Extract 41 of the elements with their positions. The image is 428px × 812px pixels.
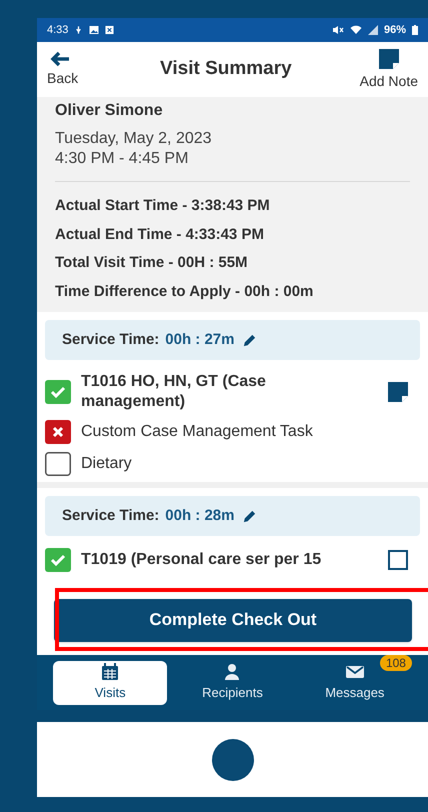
battery-icon [412,25,418,35]
checkbox[interactable] [45,420,71,444]
checkbox[interactable] [45,548,71,572]
home-button[interactable] [212,738,254,780]
pencil-icon [242,332,258,348]
signal-icon [368,25,378,35]
add-note-button[interactable]: Add Note [360,48,418,90]
nav-tab[interactable]: Visits [53,660,168,704]
task-label: Custom Case Management Task [81,422,314,442]
service-time-label: Service Time: [62,506,160,526]
visit-time-range: 4:30 PM - 4:45 PM [55,149,190,169]
complete-check-out-button[interactable]: Complete Check Out [54,598,412,642]
wifi-icon [350,25,362,35]
visit-detail: Actual End Time - 4:33:43 PM [55,224,265,244]
task-label: Dietary [81,454,133,474]
service-time-value: 00h : 27m [165,330,234,350]
checkbox[interactable] [45,452,71,476]
back-arrow-icon [50,51,70,68]
visit-detail: Actual Start Time - 3:38:43 PM [55,196,271,216]
note-icon [378,48,399,69]
clock-time: 4:33 [47,22,68,38]
person-icon [223,662,242,681]
image-icon [89,25,100,35]
task-label: T1016 HO, HN, GT (Case management) [81,372,267,412]
recipient-name: Oliver Simone [55,101,164,121]
count-badge: 108 [380,654,412,670]
screen-title: Visit Summary [160,57,292,82]
visit-date: Tuesday, May 2, 2023 [55,129,213,149]
mute-icon [332,25,344,35]
checkbox[interactable] [45,380,71,404]
visit-detail: Time Difference to Apply - 00h : 00m [55,282,314,302]
battery-level: 96% [384,22,406,38]
pencil-icon [242,508,258,524]
visit-detail: Total Visit Time - 00H : 55M [55,253,249,273]
calendar-icon [101,662,120,681]
nav-tab[interactable]: Recipients [175,660,290,704]
notification-icon [105,25,114,35]
service-time-value: 00h : 28m [165,506,234,526]
task-label: T1019 (Personal care ser per 15 [81,550,322,570]
service-time-label: Service Time: [62,330,160,350]
back-button[interactable]: Back [47,51,78,88]
